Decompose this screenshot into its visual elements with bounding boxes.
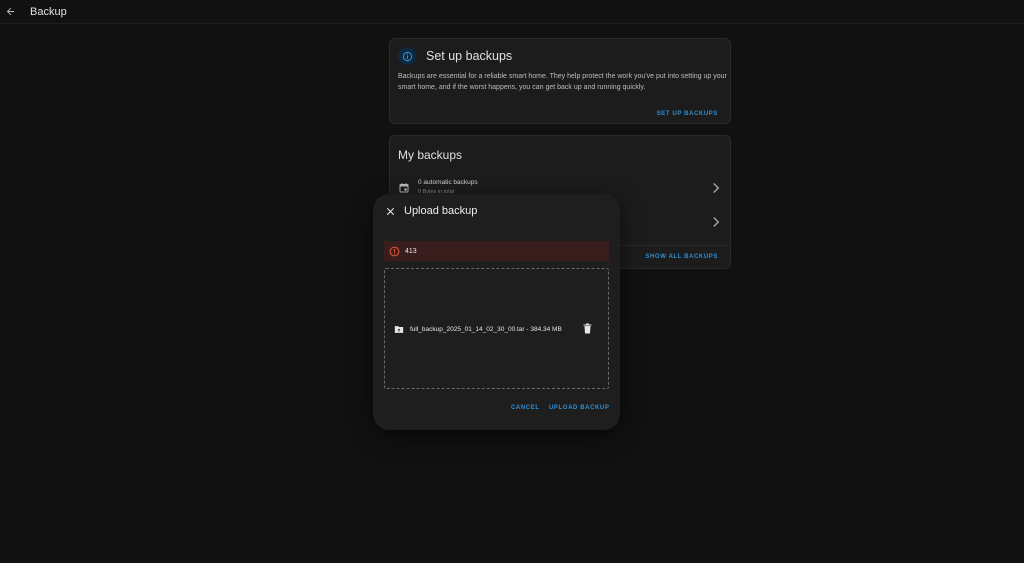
back-button[interactable] <box>3 5 17 19</box>
setup-card-header: Set up backups <box>398 47 512 65</box>
trash-icon[interactable] <box>583 323 592 334</box>
file-name: full_backup_2025_01_14_02_30_00.tar - 38… <box>410 325 562 333</box>
info-icon-container <box>398 47 416 65</box>
show-all-backups-button[interactable]: SHOW ALL BACKUPS <box>645 254 718 260</box>
dialog-title: Upload backup <box>404 205 478 217</box>
chevron-right-icon <box>713 216 720 228</box>
upload-backup-button[interactable]: UPLOAD BACKUP <box>549 405 609 411</box>
automatic-backups-count: 0 automatic backups <box>418 179 478 186</box>
cancel-button[interactable]: CANCEL <box>511 405 540 411</box>
upload-backup-dialog: Upload backup 413 full_backup_2025_01_14… <box>373 194 620 430</box>
info-icon <box>402 51 412 61</box>
file-drop-zone[interactable]: full_backup_2025_01_14_02_30_00.tar - 38… <box>384 268 609 389</box>
setup-card-description: Backups are essential for a reliable sma… <box>398 73 727 91</box>
error-message: 413 <box>405 247 417 255</box>
alert-circle-icon <box>389 246 400 256</box>
folder-upload-icon <box>394 325 404 333</box>
close-icon[interactable] <box>385 206 396 217</box>
set-up-backups-button[interactable]: SET UP BACKUPS <box>657 111 718 117</box>
setup-backups-card: Set up backups Backups are essential for… <box>389 38 731 124</box>
chevron-right-icon <box>713 182 720 194</box>
page-title: Backup <box>30 5 67 18</box>
arrow-left-icon <box>6 7 14 16</box>
calendar-icon <box>399 183 409 193</box>
error-alert: 413 <box>384 241 609 261</box>
my-backups-title: My backups <box>398 148 463 162</box>
setup-card-title: Set up backups <box>426 49 513 63</box>
top-app-bar: Backup <box>0 0 1024 24</box>
selected-file: full_backup_2025_01_14_02_30_00.tar - 38… <box>394 323 600 335</box>
